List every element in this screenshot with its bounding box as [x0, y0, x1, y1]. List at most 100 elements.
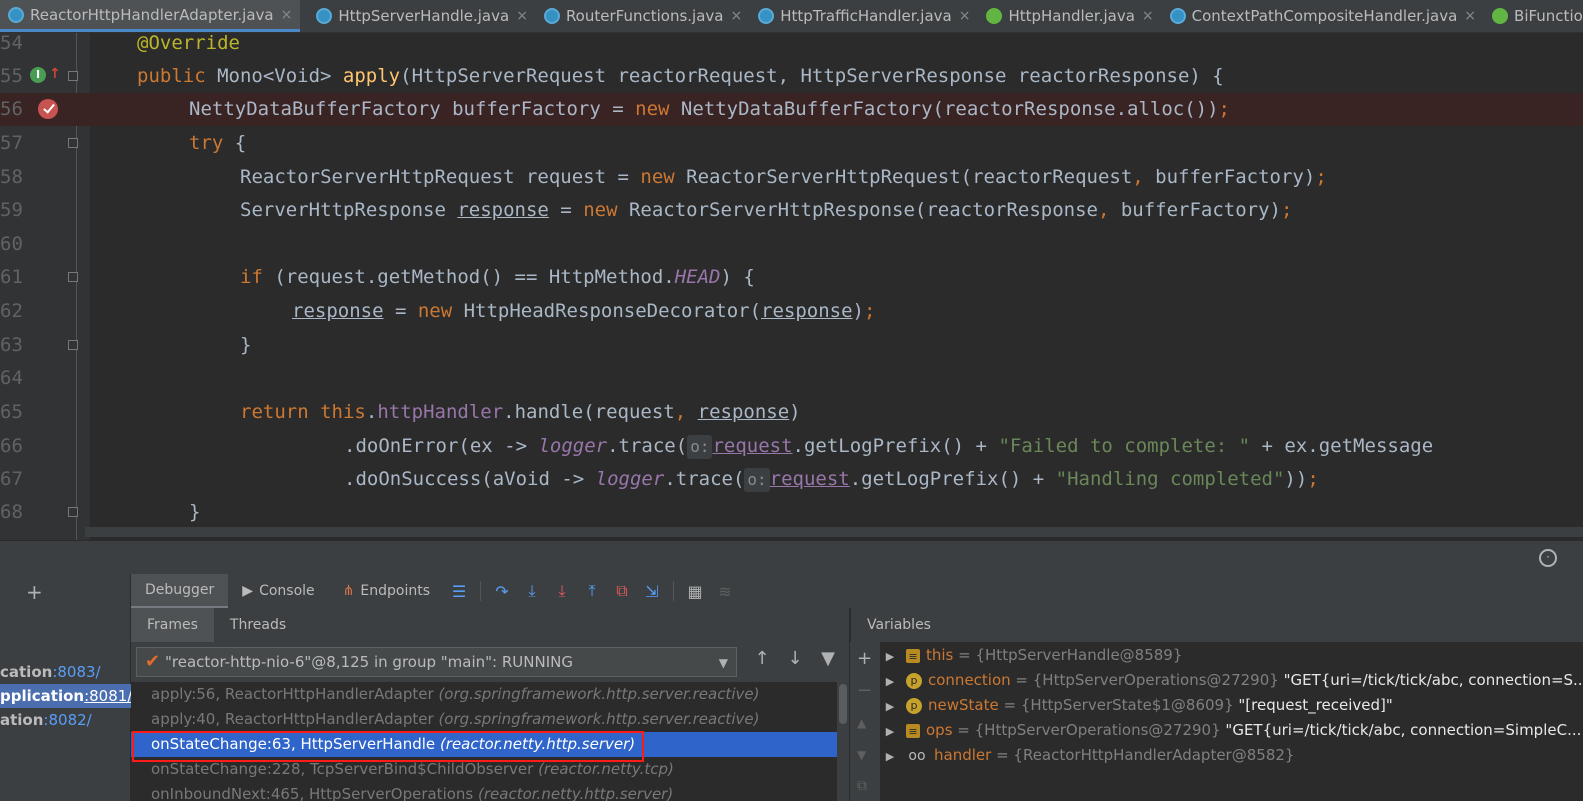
tab-http-server-handle[interactable]: HttpServerHandle.java × [308, 0, 536, 32]
line-number: 64 [0, 367, 23, 389]
fold-marker-icon[interactable] [68, 71, 78, 81]
code-text: @Override [137, 33, 240, 54]
drop-frame-icon[interactable]: ⧉ [607, 574, 637, 608]
code-line: 57 try { [0, 127, 1583, 160]
tab-bi-function[interactable]: BiFunction.j [1484, 0, 1583, 32]
close-icon[interactable]: × [281, 7, 293, 23]
debugger-toolbar: Debugger ▶ Console ⋔ Endpoints ☰ ↷ ⤓ ⤓ ⤒ ⧉… [131, 574, 1583, 608]
step-into-icon[interactable]: ⤓ [517, 574, 547, 608]
copy-icon[interactable]: ⧉ [857, 778, 867, 794]
tab-label: RouterFunctions.java [565, 7, 724, 25]
debug-window-header: · [0, 540, 1583, 575]
param-icon: p [906, 672, 922, 689]
trace-stream-icon[interactable]: ≋ [710, 574, 740, 608]
variable-row[interactable]: ▶ oo handler = {ReactorHttpHandlerAdapter@… [880, 743, 1295, 769]
fold-marker-icon[interactable] [68, 507, 78, 517]
frame-item[interactable]: apply:40, ReactorHttpHandlerAdapter (org… [131, 707, 837, 732]
frames-threads-tabs: Frames Threads [131, 608, 849, 643]
code-line: 58 ReactorServerHttpRequest request = ne… [0, 161, 1583, 194]
fold-marker-icon[interactable] [68, 272, 78, 282]
expand-arrow-icon[interactable]: ▶ [880, 669, 900, 694]
remove-watch-icon[interactable]: − [857, 680, 872, 701]
code-text: if (request.getMethod() == HttpMethod.HE… [240, 266, 755, 288]
line-number: 55 [0, 65, 23, 87]
tab-frames[interactable]: Frames [131, 608, 214, 642]
evaluate-expression-icon[interactable]: ▦ [680, 574, 710, 608]
code-text: } [189, 501, 201, 523]
tab-http-traffic-handler[interactable]: HttpTrafficHandler.java × [750, 0, 978, 32]
code-editor[interactable]: 54 @Override 55 I ↑ public Mono<Void> ap… [0, 33, 1583, 540]
gear-icon[interactable]: · [1539, 549, 1557, 567]
line-number: 63 [0, 334, 23, 356]
tab-label: ContextPathCompositeHandler.java [1191, 7, 1458, 25]
close-icon[interactable]: × [959, 8, 971, 24]
variable-row[interactable]: ▶ p newState = {HttpServerState$1@8609} "[… [880, 693, 1393, 718]
breakpoint-line: 56 NettyDataBufferFactory bufferFactory … [0, 93, 1583, 126]
close-icon[interactable]: × [730, 8, 742, 24]
close-icon[interactable]: × [1142, 8, 1154, 24]
thread-dropdown[interactable]: ✔ "reactor-http-nio-6"@8,125 in group "m… [136, 647, 737, 677]
arrow-down-icon[interactable]: ↓ [782, 648, 808, 669]
line-number: 57 [0, 132, 23, 154]
code-line: 68 } [0, 496, 1583, 529]
line-number: 58 [0, 166, 23, 188]
code-line: 61 if (request.getMethod() == HttpMethod… [0, 261, 1583, 294]
add-icon[interactable]: + [26, 580, 43, 604]
code-text: return this.httpHandler.handle(request, … [240, 401, 801, 423]
chevron-down-icon: ▼ [718, 656, 728, 670]
service-item[interactable]: ation:8082/ [0, 708, 92, 732]
tab-endpoints[interactable]: ⋔ Endpoints [329, 574, 444, 608]
tab-console[interactable]: ▶ Console [228, 574, 328, 608]
frames-scrollbar[interactable] [837, 682, 849, 801]
frame-item[interactable]: onInboundNext:465, HttpServerOperations … [131, 782, 837, 801]
fold-marker-icon[interactable] [68, 340, 78, 350]
horizontal-scrollbar[interactable] [85, 527, 1583, 537]
arrow-up-icon[interactable]: ↑ [749, 648, 775, 669]
expand-arrow-icon[interactable]: ▶ [880, 694, 900, 719]
code-line: 63 } [0, 329, 1583, 362]
move-up-icon[interactable]: ▲ [857, 716, 866, 730]
tab-debugger[interactable]: Debugger [131, 574, 229, 608]
service-item-selected[interactable]: pplication:8081/ [0, 684, 139, 708]
param-icon: p [906, 697, 922, 714]
line-number: 59 [0, 199, 23, 221]
layout-icon[interactable]: ☰ [444, 574, 474, 608]
frame-item[interactable]: apply:56, ReactorHttpHandlerAdapter (org… [131, 682, 837, 707]
move-down-icon[interactable]: ▼ [857, 748, 866, 762]
tab-context-path-composite-handler[interactable]: ContextPathCompositeHandler.java × [1162, 0, 1484, 32]
override-arrow-icon[interactable]: ↑ [49, 66, 61, 82]
highlight-box [132, 731, 644, 762]
close-icon[interactable]: × [516, 8, 528, 24]
step-out-icon[interactable]: ⤒ [577, 574, 607, 608]
code-line: 54 @Override [0, 33, 1583, 60]
force-step-into-icon[interactable]: ⤓ [547, 574, 577, 608]
class-icon [1169, 8, 1186, 24]
variable-row[interactable]: ▶ ≡ this = {HttpServerHandle@8589} [880, 643, 1183, 669]
implements-icon[interactable]: I [30, 67, 46, 83]
step-over-icon[interactable]: ↷ [487, 574, 517, 608]
variable-row[interactable]: ▶ p connection = {HttpServerOperations@272… [880, 668, 1583, 693]
tab-http-handler[interactable]: HttpHandler.java × [978, 0, 1161, 32]
service-item[interactable]: cation:8083/ [0, 660, 111, 684]
variables-header: Variables [850, 608, 1583, 642]
tab-reactor-http-handler-adapter[interactable]: ReactorHttpHandlerAdapter.java × [0, 0, 301, 32]
variables-toolbar: + − ▲ ▼ ⧉ [850, 642, 880, 801]
expand-arrow-icon[interactable]: ▶ [880, 719, 900, 744]
expand-arrow-icon[interactable]: ▶ [880, 644, 900, 669]
expand-arrow-icon[interactable]: ▶ [880, 744, 900, 769]
tab-threads[interactable]: Threads [214, 608, 302, 642]
filter-icon[interactable]: ▼ [815, 648, 841, 669]
close-icon[interactable]: × [1464, 8, 1476, 24]
code-text: try { [189, 132, 247, 154]
variable-row[interactable]: ▶ ≡ ops = {HttpServerOperations@27290} "GE… [880, 718, 1583, 743]
add-watch-icon[interactable]: + [857, 648, 872, 669]
run-to-cursor-icon[interactable]: ⇲ [637, 574, 667, 608]
tab-label: HttpTrafficHandler.java [780, 7, 952, 25]
class-icon [543, 8, 560, 24]
parameter-hint: o: [744, 468, 770, 492]
fold-marker-icon[interactable] [68, 138, 78, 148]
breakpoint-icon[interactable] [38, 99, 58, 119]
frames-list: apply:56, ReactorHttpHandlerAdapter (org… [131, 682, 849, 801]
tab-router-functions[interactable]: RouterFunctions.java × [536, 0, 750, 32]
interface-icon [1492, 8, 1509, 24]
